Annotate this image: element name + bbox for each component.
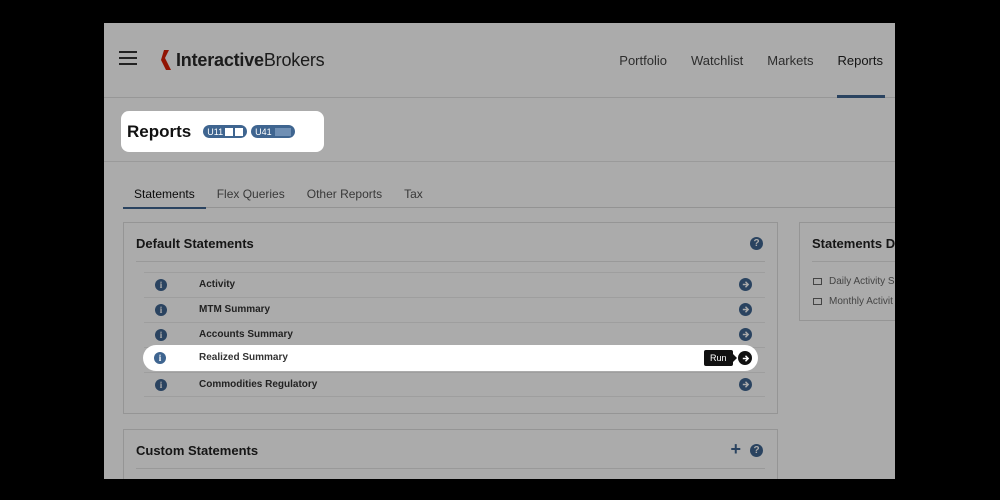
tab-statements[interactable]: Statements — [123, 179, 206, 209]
question-icon[interactable]: ? — [750, 237, 763, 250]
nav-markets[interactable]: Markets — [755, 23, 825, 98]
divider — [136, 468, 765, 469]
statement-row-realized-summary[interactable]: i Realized Summary Run — [143, 345, 758, 371]
statement-name: MTM Summary — [199, 304, 271, 315]
divider — [136, 261, 765, 262]
hamburger-icon[interactable] — [119, 51, 137, 65]
statement-row-accounts-summary[interactable]: i Accounts Summary — [144, 322, 765, 347]
top-header: InteractiveBrokers Portfolio Watchlist M… — [104, 23, 895, 98]
custom-statements-panel: Custom Statements + ? — [123, 429, 778, 479]
arrow-right-circle-icon[interactable] — [739, 328, 752, 341]
page-title: Reports — [127, 121, 192, 141]
divider — [812, 261, 895, 262]
custom-statements-title: Custom Statements — [136, 443, 259, 458]
nav-watchlist[interactable]: Watchlist — [679, 23, 755, 98]
info-icon[interactable]: i — [155, 279, 167, 291]
report-tabs: Statements Flex Queries Other Reports Ta… — [123, 179, 895, 209]
info-icon[interactable]: i — [155, 379, 167, 391]
info-icon[interactable]: i — [155, 304, 167, 316]
tab-flex-queries[interactable]: Flex Queries — [206, 179, 296, 208]
envelope-icon — [813, 278, 822, 285]
default-statements-title: Default Statements — [136, 236, 254, 251]
nav-reports[interactable]: Reports — [825, 23, 895, 98]
statement-name: Realized Summary — [199, 352, 288, 363]
statement-name: Commodities Regulatory — [199, 379, 318, 390]
plus-icon[interactable]: + — [730, 440, 741, 458]
statement-row-commodities-regulatory[interactable]: i Commodities Regulatory — [144, 372, 765, 397]
statement-row-mtm-summary[interactable]: i MTM Summary — [144, 297, 765, 322]
arrow-right-circle-icon[interactable] — [739, 303, 752, 316]
tab-other-reports[interactable]: Other Reports — [296, 179, 393, 208]
main-nav: Portfolio Watchlist Markets Reports — [607, 23, 895, 98]
envelope-icon — [813, 298, 822, 305]
statement-name: Accounts Summary — [199, 329, 293, 340]
ib-logo[interactable]: InteractiveBrokers — [160, 48, 325, 72]
statements-delivery-title: Statements D — [812, 236, 895, 251]
tab-tax[interactable]: Tax — [393, 179, 434, 208]
ib-logo-text: InteractiveBrokers — [176, 49, 325, 70]
delivery-item-label: Daily Activity S — [829, 276, 895, 287]
app-frame: InteractiveBrokers Portfolio Watchlist M… — [104, 23, 895, 479]
question-icon[interactable]: ? — [750, 444, 763, 457]
account-badge-2[interactable]: U41 — [251, 125, 295, 138]
account-badge-1[interactable]: U11 — [203, 125, 248, 138]
info-icon[interactable]: i — [155, 329, 167, 341]
delivery-item-monthly[interactable]: Monthly Activit — [813, 296, 893, 307]
arrow-right-circle-icon[interactable] — [739, 378, 752, 391]
statement-name: Activity — [199, 279, 236, 290]
statement-row-activity[interactable]: i Activity — [144, 272, 765, 297]
default-statements-panel: Default Statements ? i Activity i MTM Su… — [123, 222, 778, 414]
ib-logo-mark-icon — [161, 50, 171, 70]
arrow-right-circle-icon[interactable] — [739, 278, 752, 291]
statements-delivery-panel: Statements D Daily Activity S Monthly Ac… — [799, 222, 895, 321]
delivery-item-label: Monthly Activit — [829, 296, 893, 307]
run-tooltip: Run — [704, 350, 736, 366]
arrow-right-circle-icon[interactable] — [738, 351, 752, 365]
nav-portfolio[interactable]: Portfolio — [607, 23, 679, 98]
page-title-box: Reports U11 U41 — [121, 111, 324, 152]
info-icon[interactable]: i — [154, 352, 166, 364]
delivery-item-daily[interactable]: Daily Activity S — [813, 276, 895, 287]
